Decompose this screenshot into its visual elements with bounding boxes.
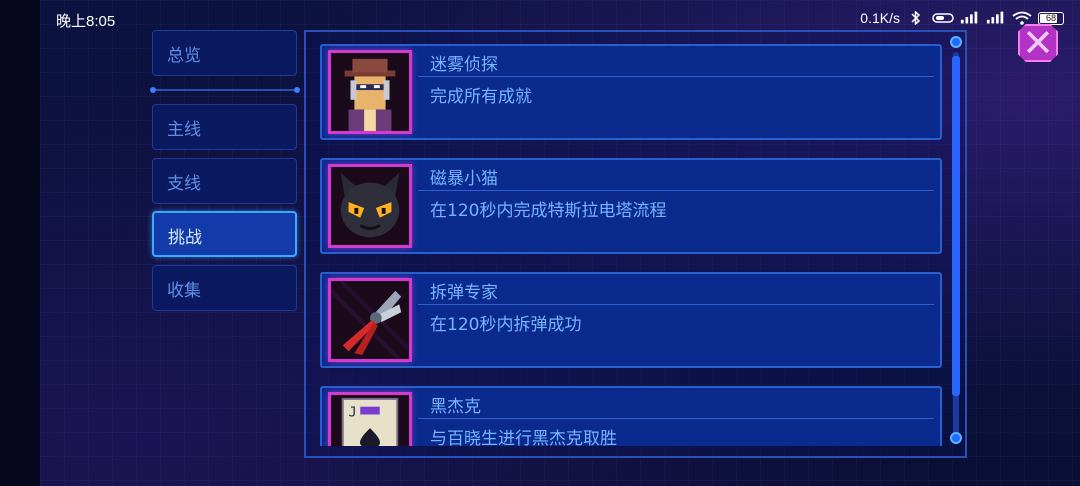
vibrate-icon — [932, 13, 954, 23]
bluetooth-icon — [911, 11, 921, 25]
status-icons: 0.1K/s 68 — [860, 10, 1064, 26]
tab-main-quest[interactable]: 主线 — [152, 104, 297, 150]
achievement-description: 与百晓生进行黑杰克取胜 — [430, 429, 617, 446]
tab-label: 主线 — [167, 120, 201, 140]
card-divider — [418, 76, 934, 77]
scroll-thumb[interactable] — [952, 56, 960, 396]
achievement-title: 黑杰克 — [430, 397, 481, 417]
svg-text:J: J — [349, 404, 357, 420]
card-divider — [418, 190, 934, 191]
achievement-description: 在120秒内拆弹成功 — [430, 315, 582, 335]
achievement-card[interactable]: 拆弹专家 在120秒内拆弹成功 — [320, 272, 942, 368]
achievement-description: 在120秒内完成特斯拉电塔流程 — [430, 201, 667, 221]
battery-icon: 68 — [1038, 11, 1064, 25]
achievement-description: 完成所有成就 — [430, 87, 532, 107]
tab-overview[interactable]: 总览 — [152, 30, 297, 76]
screen-edge — [0, 0, 40, 486]
battery-level: 68 — [1045, 12, 1056, 23]
pliers-icon — [328, 278, 412, 362]
scroll-cap-top — [950, 36, 962, 48]
scroll-cap-bottom — [950, 432, 962, 444]
achievement-card[interactable]: 磁暴小猫 在120秒内完成特斯拉电塔流程 — [320, 158, 942, 254]
tab-label: 挑战 — [168, 228, 202, 248]
achievement-list[interactable]: 迷雾侦探 完成所有成就 磁暴小猫 在120秒内完成特斯拉电塔流程 拆弹专家 在1… — [320, 30, 944, 446]
sidebar-divider — [150, 87, 300, 93]
network-speed: 0.1K/s — [860, 10, 900, 26]
tab-side-quest[interactable]: 支线 — [152, 158, 297, 204]
achievement-title: 磁暴小猫 — [430, 169, 498, 189]
status-time: 晚上8:05 — [56, 13, 116, 30]
tab-challenge[interactable]: 挑战 — [152, 211, 297, 257]
tab-collection[interactable]: 收集 — [152, 265, 297, 311]
achievement-card[interactable]: 迷雾侦探 完成所有成就 — [320, 44, 942, 140]
playing-card-icon: J — [328, 392, 412, 446]
signal-icon-2 — [986, 11, 1004, 24]
signal-icon-1 — [960, 11, 978, 24]
list-scrollbar[interactable] — [949, 36, 963, 446]
achievement-title: 拆弹专家 — [430, 283, 498, 303]
card-divider — [418, 304, 934, 305]
wifi-icon — [1012, 11, 1032, 25]
achievement-title: 迷雾侦探 — [430, 55, 498, 75]
tab-label: 收集 — [167, 281, 201, 301]
black-cat-icon — [328, 164, 412, 248]
detective-icon — [328, 50, 412, 134]
tab-label: 总览 — [167, 46, 201, 66]
close-button[interactable] — [1018, 24, 1058, 62]
close-icon — [1026, 30, 1050, 54]
card-divider — [418, 418, 934, 419]
achievement-card[interactable]: J 黑杰克 与百晓生进行黑杰克取胜 — [320, 386, 942, 446]
tab-label: 支线 — [167, 174, 201, 194]
